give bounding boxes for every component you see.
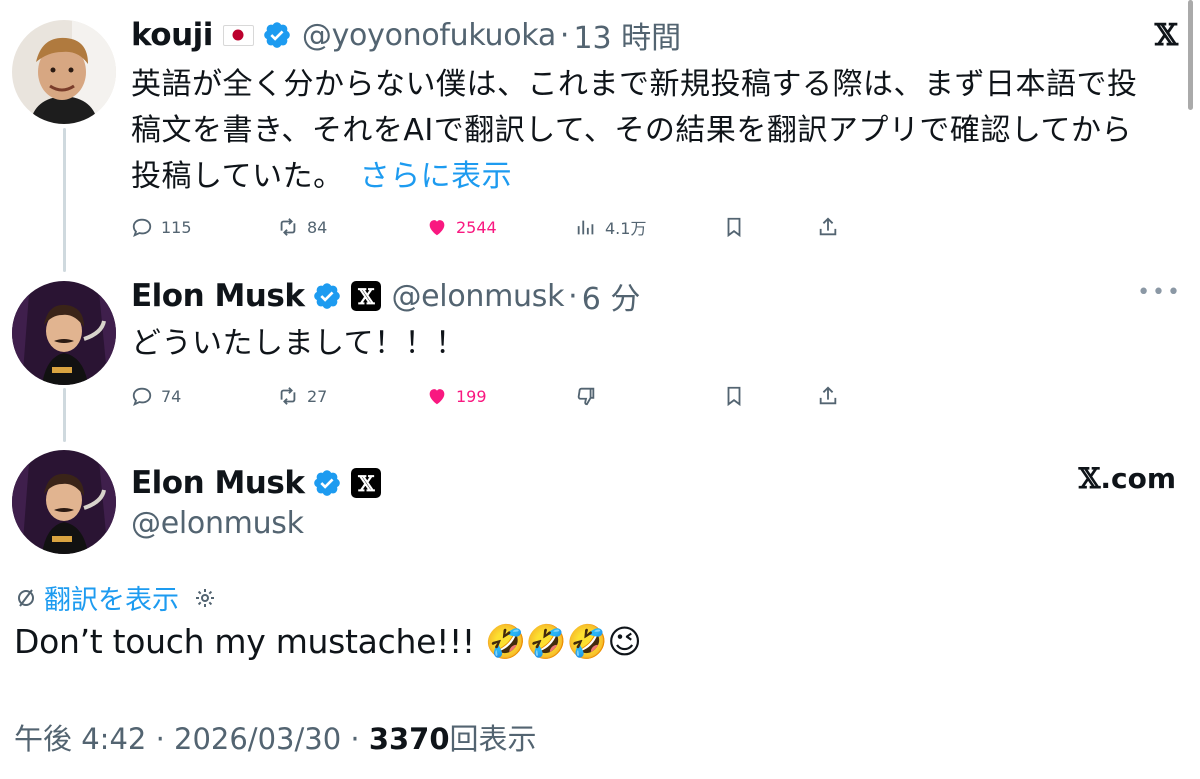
post-date[interactable]: 2026/03/30 (174, 722, 341, 756)
x-affiliate-badge-icon: 𝕏 (351, 468, 382, 498)
more-options-icon[interactable]: ••• (1137, 280, 1182, 305)
downvote-button[interactable] (575, 385, 597, 407)
timestamp[interactable]: 13 時間 (573, 13, 681, 57)
author-handle[interactable]: @elonmusk (131, 506, 304, 541)
reply-button[interactable]: 115 (131, 216, 192, 238)
views-button[interactable]: 4.1万 (575, 215, 646, 239)
retweet-button[interactable]: 27 (277, 385, 327, 407)
x-logo-icon[interactable]: 𝕏 (1155, 18, 1178, 53)
author-name[interactable]: kouji (131, 17, 213, 53)
tweet-text: 英語が全く分からない僕は、これまで新規投稿する際は、まず日本語で投 稿文を書き、… (131, 62, 1138, 200)
tweet-header: kouji @yoyonofukuoka · 13 時間 (131, 13, 681, 57)
show-more-link[interactable]: さらに表示 (360, 159, 513, 194)
translate-icon (18, 588, 34, 607)
x-com-text: .com (1100, 462, 1176, 495)
separator-dot: · (559, 17, 570, 53)
x-affiliate-badge-icon: 𝕏 (351, 281, 382, 311)
share-icon (819, 386, 837, 405)
verified-badge-icon (312, 281, 342, 311)
retweet-icon (280, 387, 296, 405)
action-bar: 74 27 199 (131, 381, 851, 411)
retweet-button[interactable]: 84 (277, 216, 327, 238)
tweet-text-line: 英語が全く分からない僕は、これまで新規投稿する際は、まず日本語で投 (131, 67, 1138, 102)
tweet-text-line: 投稿していた。 (131, 159, 344, 194)
thread-connector (63, 388, 66, 442)
bookmark-icon (727, 217, 741, 238)
gear-icon[interactable] (193, 586, 217, 610)
avatar[interactable] (12, 450, 116, 554)
views-label: 回表示 (449, 722, 537, 756)
bookmark-icon (727, 386, 741, 407)
reply-icon (132, 387, 152, 407)
verified-badge-icon (312, 468, 342, 498)
heart-filled-icon (429, 389, 445, 405)
like-count: 199 (456, 386, 487, 406)
like-button[interactable]: 2544 (426, 216, 497, 238)
thumbs-down-icon (577, 387, 595, 406)
author-name[interactable]: Elon Musk (131, 465, 305, 501)
views-count: 3370 (368, 722, 450, 756)
separator-dot: · (350, 722, 360, 756)
tweet-header: Elon Musk 𝕏 @elonmusk · 6 分 (131, 274, 641, 318)
action-bar: 115 84 2544 4.1万 (131, 212, 851, 242)
share-icon (819, 217, 837, 236)
retweet-icon (280, 218, 296, 236)
heart-filled-icon (429, 220, 445, 236)
scrollbar[interactable] (1188, 0, 1193, 110)
like-button[interactable]: 199 (426, 385, 487, 407)
author-handle[interactable]: @elonmusk (391, 279, 564, 314)
avatar[interactable] (12, 281, 116, 385)
retweet-count: 27 (307, 386, 328, 406)
x-logo-icon: 𝕏 (1078, 462, 1101, 495)
bookmark-button[interactable] (723, 385, 745, 407)
translate-row: 翻訳を表示 (14, 578, 217, 617)
verified-badge-icon (262, 20, 292, 50)
bookmark-button[interactable] (723, 216, 745, 238)
like-count: 2544 (456, 217, 497, 237)
embed-tweet-text: Don’t touch my mustache!!! 🤣🤣🤣😉 (14, 622, 642, 661)
author-name[interactable]: Elon Musk (131, 278, 305, 314)
tweet-text: どういたしまして！！！ (131, 326, 466, 361)
retweet-count: 84 (307, 217, 328, 237)
tweet-meta: 午後 4:42 · 2026/03/30 · 3370回表示 (14, 716, 537, 758)
x-com-link[interactable]: 𝕏.com (1079, 462, 1176, 495)
japan-flag-icon (222, 24, 254, 46)
separator-dot: · (568, 278, 578, 314)
embed-header: Elon Musk 𝕏 (131, 463, 382, 503)
avatar[interactable] (12, 20, 116, 124)
separator-dot: · (155, 722, 165, 756)
share-button[interactable] (817, 216, 839, 238)
views-count: 4.1万 (605, 219, 647, 238)
reply-icon (132, 218, 152, 238)
reply-button[interactable]: 74 (131, 385, 181, 407)
analytics-icon (577, 220, 594, 235)
author-handle[interactable]: @yoyonofukuoka (302, 18, 556, 53)
reply-count: 74 (161, 386, 182, 406)
tweet-text-line: 稿文を書き、それをAIで翻訳して、その結果を翻訳アプリで確認してから (131, 113, 1132, 148)
post-time[interactable]: 午後 4:42 (14, 722, 146, 756)
thread-connector (63, 128, 66, 272)
share-button[interactable] (817, 385, 839, 407)
translate-link[interactable]: 翻訳を表示 (44, 578, 179, 617)
reply-count: 115 (161, 217, 192, 237)
timestamp[interactable]: 6 分 (582, 274, 641, 318)
